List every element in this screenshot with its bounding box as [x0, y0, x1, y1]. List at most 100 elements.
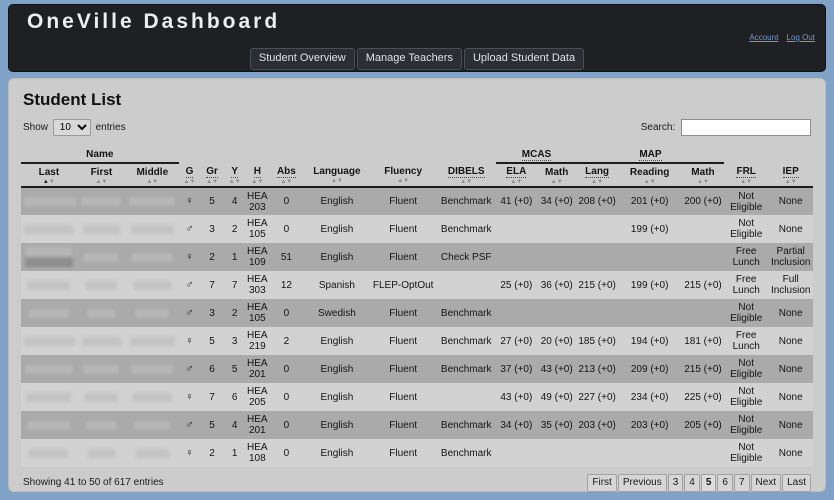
- column-header-math[interactable]: Math ▲▼: [681, 163, 724, 188]
- cell-year: 7: [223, 271, 246, 299]
- cell-mcas-math: 34 (+0): [536, 187, 577, 215]
- cell-map-lang: 227 (+0): [576, 383, 618, 411]
- logout-link[interactable]: Log Out: [787, 33, 815, 42]
- cell-middle-name-redacted: [126, 243, 179, 271]
- cell-frl: Not Eligible: [723, 299, 769, 327]
- table-row[interactable]: ♂ 7 7 HEA 303 12 Spanish FLEP-OptOut 25 (+0) 36 …: [21, 271, 813, 299]
- cell-grade: 5: [200, 327, 224, 355]
- cell-first-name-redacted: [76, 327, 127, 355]
- column-header-label: FRL: [736, 165, 756, 178]
- search-input[interactable]: [681, 119, 811, 136]
- primary-nav: Student Overview Manage Teachers Upload St…: [9, 48, 825, 70]
- cell-last-name-redacted: [21, 271, 77, 299]
- table-footer: Showing 41 to 50 of 617 entries First Pre…: [21, 474, 813, 494]
- table-row[interactable]: ♂ 5 4 HEA 201 0 English Fluent Benchmark 34 (+0)…: [21, 411, 813, 439]
- nav-manage-teachers-button[interactable]: Manage Teachers: [356, 48, 462, 70]
- column-header-iep[interactable]: IEP ▲▼: [768, 163, 813, 188]
- page-title: Student List: [23, 90, 122, 109]
- cell-map-lang: 213 (+0): [576, 355, 618, 383]
- table-row[interactable]: ♀ 5 3 HEA 219 2 English Fluent Benchmark 27 (+0)…: [21, 327, 813, 355]
- group-header-spacer: [304, 148, 370, 163]
- pagination-button-5[interactable]: 5: [700, 474, 717, 492]
- column-header-label: Last: [38, 166, 60, 178]
- column-header-g[interactable]: G ▲▼: [178, 163, 201, 188]
- cell-fluency: Fluent: [370, 327, 437, 355]
- nav-upload-student-data-button[interactable]: Upload Student Data: [463, 48, 585, 70]
- column-header-dibels[interactable]: DIBELS ▲▼: [436, 163, 497, 188]
- table-row[interactable]: ♀ 2 1 HEA 109 51 English Fluent Check PSF Free L…: [21, 243, 813, 271]
- column-header-h[interactable]: H ▲▼: [245, 163, 270, 188]
- cell-homeroom: HEA 108: [245, 439, 270, 467]
- redaction-block: [129, 336, 175, 346]
- table-row[interactable]: ♀ 7 6 HEA 205 0 English Fluent 43 (+0) 49 (+0) 22…: [21, 383, 813, 411]
- table-row[interactable]: ♂ 3 2 HEA 105 0 English Fluent Benchmark 199 (+0…: [21, 215, 813, 243]
- cell-map-reading: 234 (+0): [617, 383, 682, 411]
- cell-middle-name-redacted: [126, 439, 179, 467]
- column-header-reading[interactable]: Reading ▲▼: [617, 163, 682, 188]
- cell-first-name-redacted: [76, 187, 127, 215]
- cell-iep: Full Inclusion: [768, 271, 813, 299]
- column-header-first[interactable]: First ▲▼: [76, 163, 127, 188]
- sort-arrows-icon: ▲▼: [397, 178, 410, 184]
- column-header-math[interactable]: Math ▲▼: [536, 163, 577, 188]
- pagination-button-previous[interactable]: Previous: [617, 474, 667, 492]
- table-row[interactable]: ♀ 5 4 HEA 203 0 English Fluent Benchmark 41 (+0)…: [21, 187, 813, 215]
- cell-absences: 0: [269, 383, 304, 411]
- redaction-block: [82, 224, 120, 234]
- pagination-button-7[interactable]: 7: [733, 474, 750, 492]
- cell-gender: ♂: [178, 215, 201, 243]
- column-header-gr[interactable]: Gr ▲▼: [200, 163, 224, 188]
- group-header-spacer: [246, 148, 269, 163]
- top-header-bar: OneVille Dashboard Account Log Out Stude…: [8, 4, 826, 72]
- column-header-y[interactable]: Y ▲▼: [223, 163, 246, 188]
- cell-homeroom: HEA 303: [245, 271, 270, 299]
- sort-arrows-icon: ▲▼: [280, 178, 293, 185]
- cell-map-lang: 215 (+0): [576, 271, 618, 299]
- account-link[interactable]: Account: [749, 33, 778, 42]
- cell-mcas-ela: 41 (+0): [496, 187, 537, 215]
- redaction-block: [84, 392, 118, 402]
- column-header-frl[interactable]: FRL ▲▼: [723, 163, 769, 188]
- cell-map-reading: 194 (+0): [617, 327, 682, 355]
- column-header-fluency[interactable]: Fluency ▲▼: [370, 163, 437, 188]
- pagination-button-4[interactable]: 4: [684, 474, 700, 492]
- account-links: Account Log Out: [743, 33, 815, 42]
- cell-homeroom: HEA 105: [245, 299, 270, 327]
- column-header-language[interactable]: Language ▲▼: [303, 163, 371, 188]
- cell-dibels: Benchmark: [436, 187, 497, 215]
- cell-dibels: Benchmark: [436, 299, 497, 327]
- cell-map-lang: [576, 439, 618, 467]
- entries-label: entries: [95, 122, 126, 134]
- redaction-block: [134, 420, 171, 430]
- redaction-block: [131, 364, 174, 374]
- cell-absences: 0: [269, 411, 304, 439]
- page-length-select[interactable]: 102550100: [52, 119, 91, 136]
- pagination-button-next[interactable]: Next: [750, 474, 782, 492]
- cell-year: 4: [223, 187, 246, 215]
- pagination-button-first[interactable]: First: [587, 474, 617, 492]
- pagination-button-last[interactable]: Last: [782, 474, 811, 492]
- redaction-block: [28, 308, 69, 318]
- column-header-abs[interactable]: Abs ▲▼: [269, 163, 304, 188]
- nav-student-overview-button[interactable]: Student Overview: [249, 48, 355, 70]
- column-header-ela[interactable]: ELA ▲▼: [496, 163, 537, 188]
- pagination-button-6[interactable]: 6: [717, 474, 733, 492]
- column-header-lang[interactable]: Lang ▲▼: [576, 163, 618, 188]
- table-row[interactable]: ♂ 3 2 HEA 105 0 Swedish Fluent Benchmark Not Eli…: [21, 299, 813, 327]
- cell-mcas-math: 20 (+0): [536, 327, 577, 355]
- group-header-spacer: [224, 148, 246, 163]
- search-control: Search:: [641, 119, 811, 136]
- cell-map-reading: [617, 299, 682, 327]
- cell-map-reading: 201 (+0): [617, 187, 682, 215]
- redaction-block: [26, 392, 72, 402]
- sort-arrows-icon: ▲▼: [643, 178, 656, 185]
- table-row[interactable]: ♂ 6 5 HEA 201 0 English Fluent Benchmark 37 (+0)…: [21, 355, 813, 383]
- cell-last-name-redacted: [21, 355, 77, 383]
- cell-mcas-ela: 25 (+0): [496, 271, 537, 299]
- pagination-button-3[interactable]: 3: [667, 474, 684, 492]
- table-row[interactable]: ♀ 2 1 HEA 108 0 English Fluent Benchmark Not Eli…: [21, 439, 813, 467]
- redaction-block: [24, 364, 73, 374]
- column-header-middle[interactable]: Middle ▲▼: [126, 163, 179, 188]
- column-header-last[interactable]: Last ▲▼: [21, 163, 77, 188]
- sort-arrows-icon: ▲▼: [228, 178, 241, 185]
